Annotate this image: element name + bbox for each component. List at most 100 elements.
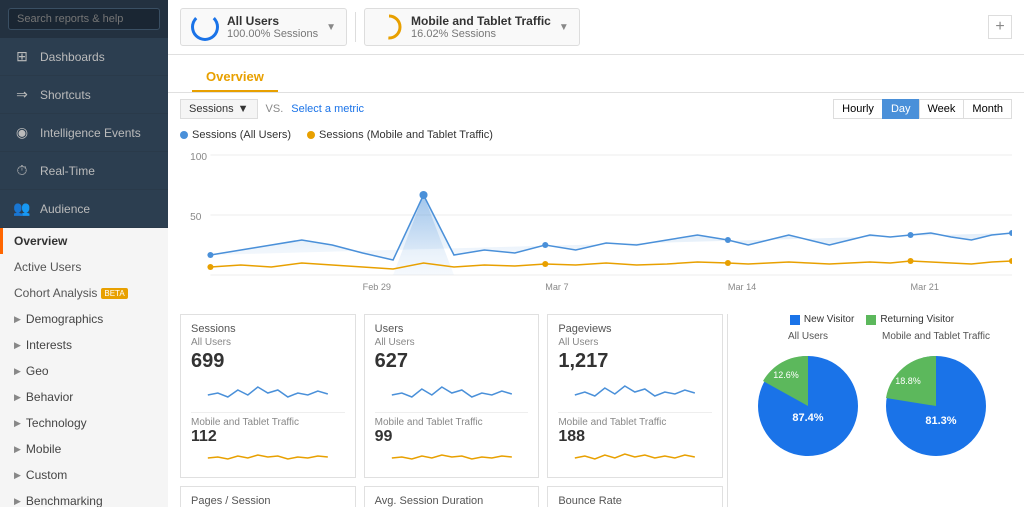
chart-dot [542,242,548,248]
svg-text:Mar 14: Mar 14 [728,282,756,292]
users-mobile-label: Mobile and Tablet Traffic [375,417,529,428]
legend-mobile-label: Sessions (Mobile and Tablet Traffic) [319,129,493,141]
pie-chart-all-users-svg: 87.4% 12.6% [748,346,868,466]
stat-card-users: Users All Users 627 Mobile and Tablet Tr… [364,314,540,478]
svg-text:100: 100 [190,152,207,163]
svg-text:Mar 21: Mar 21 [911,282,939,292]
pageviews-mobile-sparkline [558,446,712,466]
month-button[interactable]: Month [963,99,1012,119]
segments-bar: All Users 100.00% Sessions ▼ Mobile and … [168,0,1024,55]
divider [375,412,529,413]
week-button[interactable]: Week [919,99,965,119]
all-users-name: All Users [227,14,318,28]
realtime-icon: ⏱ [12,162,32,179]
pie-all-users: All Users 87.4% 12.6% [748,331,868,469]
mobile-name: Mobile and Tablet Traffic [411,14,551,28]
sidebar-item-behavior[interactable]: ▶ Behavior [0,384,168,410]
audience-icon: 👥 [12,200,32,217]
metric-label: Sessions [189,103,234,115]
sidebar-item-active-users[interactable]: Active Users [0,254,168,280]
cohort-label: Cohort Analysis [14,286,97,300]
legend-mobile: Sessions (Mobile and Tablet Traffic) [307,129,493,141]
sidebar-item-custom[interactable]: ▶ Custom [0,462,168,488]
legend-dot-blue [180,131,188,139]
demographics-label: Demographics [26,312,103,326]
geo-label: Geo [26,364,49,378]
sidebar-item-shortcuts[interactable]: ⇒ Shortcuts [0,76,168,114]
chevron-down-icon: ▼ [326,22,336,33]
sidebar-item-overview[interactable]: Overview [0,228,168,254]
stats-pie-divider [727,314,728,507]
chevron-right-icon: ▶ [14,366,21,377]
interests-label: Interests [26,338,72,352]
all-users-line [210,195,1012,260]
select-metric-link[interactable]: Select a metric [291,103,364,115]
day-button[interactable]: Day [882,99,920,119]
chart-controls-left: Sessions ▼ VS. Select a metric [180,99,364,119]
segment-mobile-tablet[interactable]: Mobile and Tablet Traffic 16.02% Session… [364,8,580,46]
svg-text:50: 50 [190,212,202,223]
users-sparkline [375,375,529,405]
tab-overview[interactable]: Overview [192,63,278,92]
mobile-new-pct-label: 81.3% [925,415,956,427]
sessions-all-users-value: 699 [191,350,345,373]
beta-badge: BETA [101,288,127,299]
mobile-dot [542,261,548,267]
chevron-right-icon: ▶ [14,392,21,403]
sidebar-item-audience[interactable]: 👥 Audience [0,190,168,228]
overview-label: Overview [14,234,67,248]
pageviews-mobile-label: Mobile and Tablet Traffic [558,417,712,428]
segment-separator [355,12,356,42]
pie-mobile-label: Mobile and Tablet Traffic [876,331,996,342]
all-users-returning-pct-label: 12.6% [773,370,799,380]
mobile-dot [1009,258,1012,264]
stats-grid: Sessions All Users 699 Mobile and Tablet… [180,314,723,507]
chevron-right-icon: ▶ [14,314,21,325]
sidebar-item-label: Real-Time [40,164,95,178]
pie-legend-returning: Returning Visitor [866,314,954,325]
behavior-label: Behavior [26,390,73,404]
pie-section: New Visitor Returning Visitor All Users [732,314,1012,507]
all-users-circle [191,13,219,41]
sidebar-item-cohort[interactable]: Cohort Analysis BETA [0,280,168,306]
sessions-sparkline [191,375,345,405]
search-input[interactable] [8,8,160,30]
sidebar-item-realtime[interactable]: ⏱ Real-Time [0,152,168,190]
chevron-right-icon: ▶ [14,496,21,507]
pageviews-all-users-label: All Users [558,337,712,348]
sidebar-item-dashboards[interactable]: ⊞ Dashboards [0,38,168,76]
sidebar-item-benchmarking[interactable]: ▶ Benchmarking [0,488,168,507]
mobile-dot [207,264,213,270]
sidebar-item-label: Dashboards [40,50,105,64]
segment-all-users[interactable]: All Users 100.00% Sessions ▼ [180,8,347,46]
sidebar-item-intelligence[interactable]: ◉ Intelligence Events [0,114,168,152]
stats-section: Sessions All Users 699 Mobile and Tablet… [168,306,1024,507]
users-mobile-value: 99 [375,428,529,446]
sessions-mobile-sparkline [191,446,345,466]
add-segment-button[interactable]: + [988,15,1012,39]
chevron-down-icon: ▼ [559,22,569,33]
chart-dot [207,252,213,258]
svg-text:Feb 29: Feb 29 [363,282,391,292]
sidebar-item-geo[interactable]: ▶ Geo [0,358,168,384]
sidebar-item-technology[interactable]: ▶ Technology [0,410,168,436]
all-users-pct: 100.00% Sessions [227,28,318,40]
sidebar-item-label: Audience [40,202,90,216]
mobile-returning-pct-label: 18.8% [895,376,921,386]
sessions-label: Sessions [191,323,345,335]
sidebar-item-interests[interactable]: ▶ Interests [0,332,168,358]
chevron-right-icon: ▶ [14,444,21,455]
pie-legend-new: New Visitor [790,314,854,325]
custom-label: Custom [26,468,67,482]
metric-select[interactable]: Sessions ▼ [180,99,258,119]
chevron-down-icon: ▼ [238,103,249,115]
sidebar-item-demographics[interactable]: ▶ Demographics [0,306,168,332]
returning-visitor-label: Returning Visitor [880,314,954,325]
hourly-button[interactable]: Hourly [833,99,883,119]
mobile-dot [907,258,913,264]
chevron-right-icon: ▶ [14,340,21,351]
sidebar-item-mobile[interactable]: ▶ Mobile [0,436,168,462]
new-visitor-color [790,315,800,325]
legend-dot-orange [307,131,315,139]
all-users-info: All Users 100.00% Sessions [227,14,318,40]
